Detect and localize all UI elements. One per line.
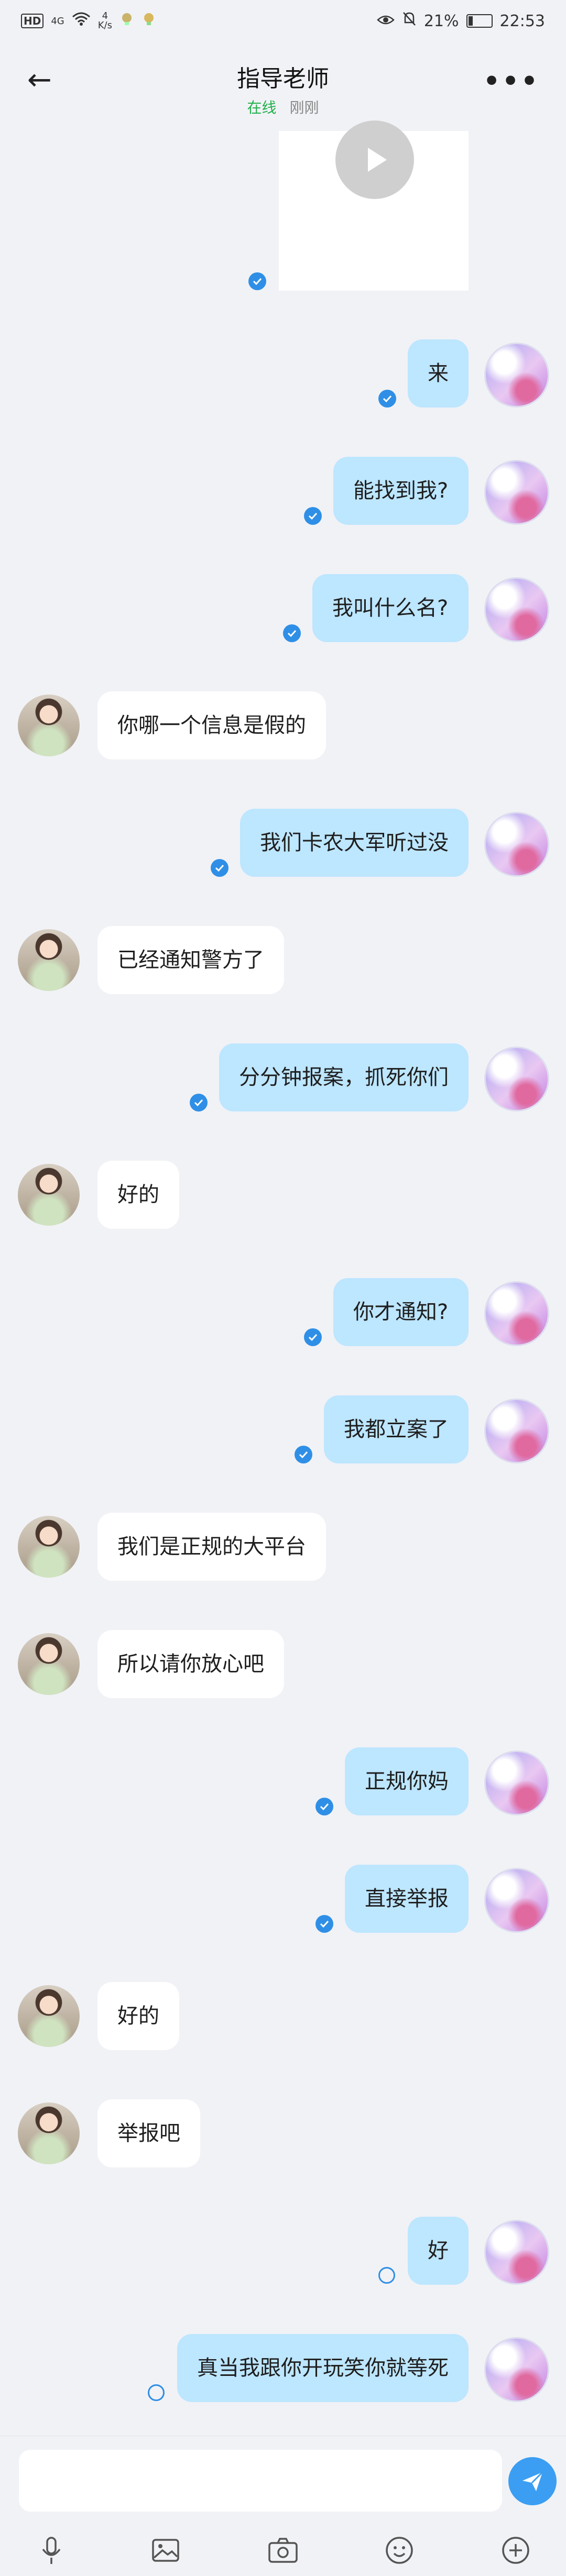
incoming-message: 我们是正规的大平台	[0, 1513, 566, 1581]
read-check-icon	[304, 507, 322, 525]
mute-bell-icon	[402, 11, 417, 31]
my-avatar[interactable]	[484, 1281, 549, 1346]
more-options-icon[interactable]: •••	[483, 66, 540, 96]
outgoing-message: 正规你妈	[0, 1747, 566, 1815]
message-bubble[interactable]: 能找到我?	[333, 457, 469, 525]
my-avatar[interactable]	[484, 812, 549, 877]
message-bubble[interactable]: 我们卡农大军听过没	[240, 809, 469, 877]
outgoing-message: 分分钟报案，抓死你们	[0, 1043, 566, 1111]
message-bubble[interactable]: 我叫什么名?	[312, 574, 469, 642]
my-avatar[interactable]	[484, 577, 549, 642]
clock: 22:53	[499, 12, 545, 30]
incoming-message: 好的	[0, 1161, 566, 1229]
read-check-icon	[315, 1798, 333, 1815]
send-icon	[523, 2471, 543, 2491]
play-icon[interactable]	[335, 120, 414, 199]
send-button[interactable]	[508, 2457, 557, 2505]
my-avatar[interactable]	[484, 1047, 549, 1111]
read-check-icon	[211, 859, 228, 877]
outgoing-message: 我们卡农大军听过没	[0, 809, 566, 877]
incoming-message: 已经通知警方了	[0, 926, 566, 994]
message-bubble[interactable]: 你哪一个信息是假的	[97, 691, 326, 759]
message-bubble[interactable]: 来	[408, 339, 469, 408]
online-status: 在线	[247, 99, 277, 116]
wifi-icon	[72, 12, 91, 30]
message-bubble[interactable]: 所以请你放心吧	[97, 1630, 284, 1698]
read-check-icon	[315, 1915, 333, 1933]
message-bubble[interactable]: 好的	[97, 1161, 179, 1229]
presence: 在线 刚刚	[0, 96, 566, 117]
plus-icon[interactable]	[495, 2529, 537, 2571]
incoming-message: 举报吧	[0, 2099, 566, 2167]
message-bubble[interactable]: 我们是正规的大平台	[97, 1513, 326, 1581]
my-avatar[interactable]	[484, 460, 549, 525]
message-bubble[interactable]: 好的	[97, 1982, 179, 2050]
read-check-icon	[378, 390, 396, 408]
contact-avatar[interactable]	[18, 1516, 80, 1578]
outgoing-message: 我都立案了	[0, 1395, 566, 1463]
net-speed: 4 K/s	[97, 10, 112, 31]
message-bubble[interactable]: 你才通知?	[333, 1278, 469, 1346]
message-bubble[interactable]: 我都立案了	[324, 1395, 469, 1463]
outgoing-message: 能找到我?	[0, 457, 566, 525]
contact-avatar[interactable]	[18, 1985, 80, 2047]
my-avatar[interactable]	[484, 343, 549, 408]
chat-header: ← 指导老师 在线 刚刚 •••	[0, 42, 566, 131]
sending-status-icon	[378, 2267, 395, 2284]
read-check-icon	[283, 624, 301, 642]
read-check-icon	[295, 1446, 312, 1463]
mic-icon[interactable]	[30, 2529, 72, 2571]
hd-icon: HD	[21, 14, 44, 28]
outgoing-message: 好	[0, 2217, 566, 2285]
contact-info: 指导老师 在线 刚刚	[0, 60, 566, 117]
outgoing-message: 直接举报	[0, 1865, 566, 1933]
notification-icon	[119, 12, 134, 30]
battery-icon	[466, 14, 493, 28]
camera-icon[interactable]	[262, 2529, 304, 2571]
my-avatar[interactable]	[484, 1868, 549, 1933]
emoji-icon[interactable]	[378, 2529, 420, 2571]
battery-percent: 21%	[423, 12, 459, 30]
read-check-icon	[190, 1094, 208, 1111]
last-seen: 刚刚	[289, 99, 319, 116]
message-bubble[interactable]: 举报吧	[97, 2099, 200, 2167]
message-bubble[interactable]: 直接举报	[345, 1865, 469, 1933]
sending-status-icon	[148, 2384, 165, 2401]
contact-name: 指导老师	[237, 65, 329, 92]
notification-icon-2	[142, 12, 156, 30]
outgoing-message: 真当我跟你开玩笑你就等死	[0, 2334, 566, 2402]
outgoing-message: 来	[0, 339, 566, 408]
toolbar	[0, 2529, 566, 2571]
message-bubble[interactable]: 已经通知警方了	[97, 926, 284, 994]
contact-avatar[interactable]	[18, 1633, 80, 1695]
read-check-icon	[248, 272, 266, 290]
eye-icon	[377, 12, 395, 30]
incoming-message: 所以请你放心吧	[0, 1630, 566, 1698]
message-input[interactable]	[19, 2450, 502, 2512]
outgoing-message: 我叫什么名?	[0, 574, 566, 642]
status-bar: HD 4G 4 K/s 21% 22:53	[0, 0, 566, 42]
read-check-icon	[304, 1328, 322, 1346]
message-bubble[interactable]: 正规你妈	[345, 1747, 469, 1815]
message-bubble[interactable]: 好	[408, 2217, 469, 2285]
my-avatar[interactable]	[484, 1751, 549, 1815]
image-icon[interactable]	[145, 2529, 187, 2571]
incoming-message: 你哪一个信息是假的	[0, 691, 566, 759]
contact-avatar[interactable]	[18, 695, 80, 756]
my-avatar[interactable]	[484, 2220, 549, 2285]
contact-avatar[interactable]	[18, 929, 80, 991]
input-bar	[0, 2436, 566, 2576]
contact-avatar[interactable]	[18, 2102, 80, 2164]
network-type: 4G	[51, 15, 64, 27]
contact-avatar[interactable]	[18, 1164, 80, 1226]
my-avatar[interactable]	[484, 1399, 549, 1463]
message-bubble[interactable]: 真当我跟你开玩笑你就等死	[177, 2334, 469, 2402]
outgoing-message: 你才通知?	[0, 1278, 566, 1346]
my-avatar[interactable]	[484, 2337, 549, 2402]
message-bubble[interactable]: 分分钟报案，抓死你们	[219, 1043, 469, 1111]
incoming-message: 好的	[0, 1982, 566, 2050]
